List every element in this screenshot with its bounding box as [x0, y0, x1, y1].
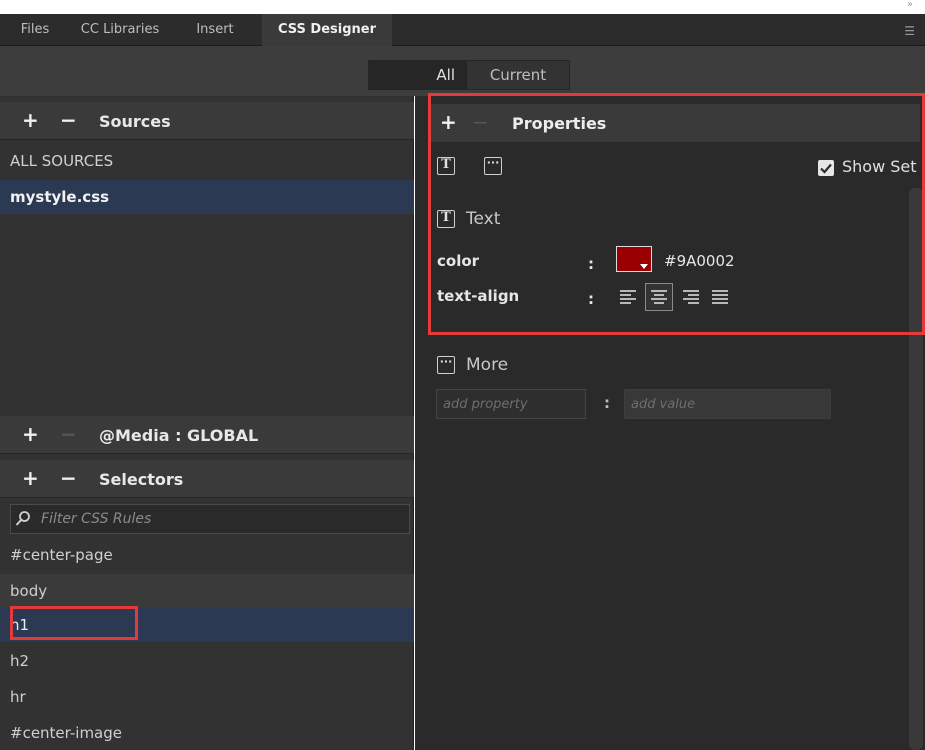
h1-highlight-box	[10, 606, 138, 640]
more-section-label: More	[466, 355, 509, 375]
selectors-title: Selectors	[99, 470, 184, 489]
add-property-colon: :	[604, 394, 610, 412]
add-source-icon[interactable]: +	[22, 110, 39, 130]
current-button[interactable]: Current	[466, 60, 570, 90]
panel-menu-icon[interactable]: ☰	[904, 24, 915, 38]
window-top-strip	[0, 0, 925, 14]
properties-highlight-box	[428, 93, 925, 335]
add-selector-icon[interactable]: +	[22, 468, 39, 488]
remove-source-icon[interactable]: −	[60, 110, 77, 130]
all-button[interactable]: All	[368, 60, 466, 90]
sources-header: + − Sources	[0, 102, 414, 140]
sources-title: Sources	[99, 112, 171, 131]
selector-item-center-page[interactable]: #center-page	[0, 538, 414, 572]
view-toggle-row: All Current	[0, 46, 925, 96]
tab-files[interactable]: Files	[0, 14, 70, 46]
add-property-input[interactable]	[436, 389, 586, 419]
remove-media-icon: −	[60, 422, 77, 446]
selectors-header: + − Selectors	[0, 460, 414, 498]
more-section-icon: ···	[437, 356, 455, 374]
add-value-input[interactable]	[624, 389, 831, 419]
search-icon	[15, 511, 30, 526]
selector-item-hr[interactable]: hr	[0, 680, 414, 714]
left-column: + − Sources ALL SOURCES mystyle.css + − …	[0, 96, 414, 750]
selector-item-center-image[interactable]: #center-image	[0, 716, 414, 750]
tab-cc-libraries[interactable]: CC Libraries	[70, 14, 170, 46]
panel-tab-bar: Files CC Libraries Insert CSS Designer	[0, 14, 925, 46]
filter-css-rules-input[interactable]	[41, 508, 401, 530]
selector-item-h2[interactable]: h2	[0, 644, 414, 678]
add-media-icon[interactable]: +	[22, 424, 39, 444]
selector-item-body[interactable]: body	[0, 574, 414, 608]
filter-css-rules-field[interactable]	[10, 504, 410, 534]
remove-selector-icon[interactable]: −	[60, 468, 77, 488]
tab-insert[interactable]: Insert	[170, 14, 260, 46]
source-item-mystyle-css[interactable]: mystyle.css	[0, 180, 414, 214]
panel-overflow-icon[interactable]: »	[907, 0, 913, 10]
tab-css-designer[interactable]: CSS Designer	[262, 14, 392, 46]
source-item-all-sources[interactable]: ALL SOURCES	[0, 144, 414, 178]
media-title: @Media : GLOBAL	[99, 426, 259, 445]
media-header: + − @Media : GLOBAL	[0, 416, 414, 454]
